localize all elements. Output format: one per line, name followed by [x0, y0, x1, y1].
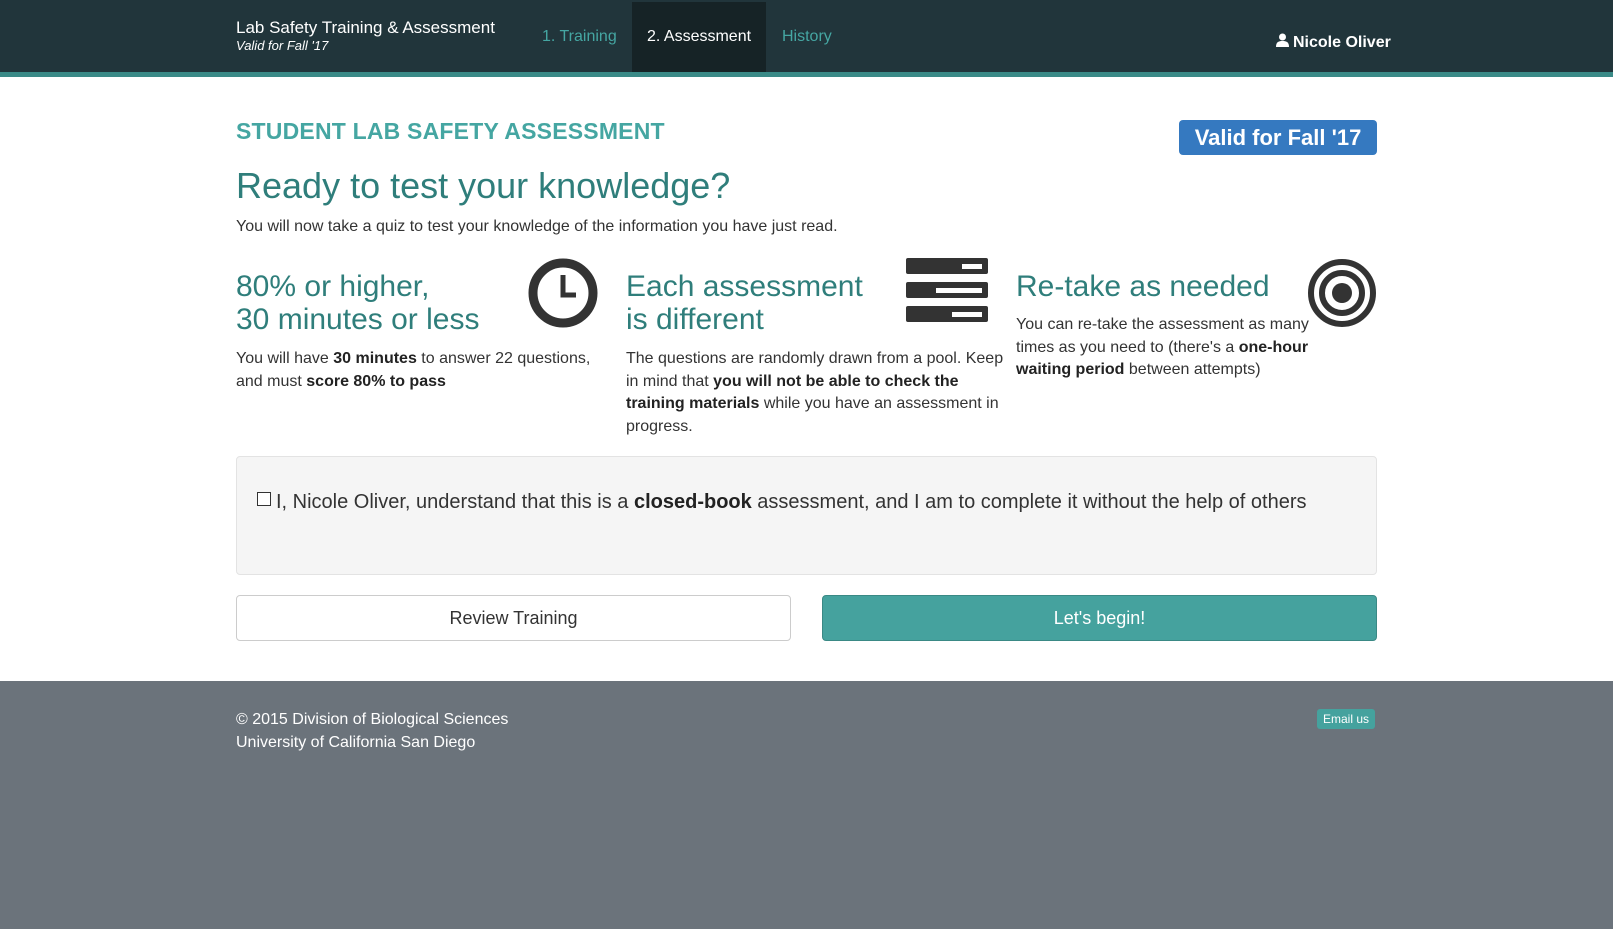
top-navbar: Lab Safety Training & Assessment Valid f…	[0, 0, 1613, 77]
begin-assessment-button[interactable]: Let's begin!	[822, 595, 1377, 641]
acknowledgement-panel: I, Nicole Oliver, understand that this i…	[236, 456, 1377, 575]
brand-subtitle: Valid for Fall '17	[236, 38, 329, 53]
feature-description: The questions are randomly drawn from a …	[626, 350, 1004, 435]
nav-tab-history[interactable]: History	[767, 2, 847, 72]
user-name: Nicole Oliver	[1293, 33, 1391, 51]
server-stack-icon	[906, 258, 988, 329]
review-training-button[interactable]: Review Training	[236, 595, 791, 641]
feature-description: You will have 30 minutes to answer 22 qu…	[236, 350, 591, 390]
valid-badge: Valid for Fall '17	[1179, 120, 1377, 155]
user-icon	[1276, 33, 1289, 52]
target-icon	[1307, 258, 1377, 333]
page-headline: Ready to test your knowledge?	[236, 165, 731, 206]
nav-tab-assessment[interactable]: 2. Assessment	[632, 2, 767, 72]
footer-copyright: © 2015 Division of Biological Sciences U…	[236, 711, 509, 751]
footer: © 2015 Division of Biological Sciences U…	[0, 681, 1613, 929]
acknowledgement-label[interactable]: I, Nicole Oliver, understand that this i…	[276, 487, 1316, 517]
intro-text: You will now take a quiz to test your kn…	[236, 218, 838, 235]
clock-icon	[528, 258, 598, 333]
section-title: STUDENT LAB SAFETY ASSESSMENT	[236, 118, 665, 144]
user-menu[interactable]: Nicole Oliver	[1276, 33, 1391, 52]
email-us-button[interactable]: Email us	[1317, 709, 1376, 729]
brand-title: Lab Safety Training & Assessment	[236, 18, 495, 37]
feature-description: You can re-take the assessment as many t…	[1016, 316, 1309, 378]
acknowledgement-checkbox[interactable]	[257, 492, 271, 506]
brand[interactable]: Lab Safety Training & Assessment Valid f…	[236, 18, 495, 54]
nav-tab-training[interactable]: 1. Training	[527, 2, 632, 72]
